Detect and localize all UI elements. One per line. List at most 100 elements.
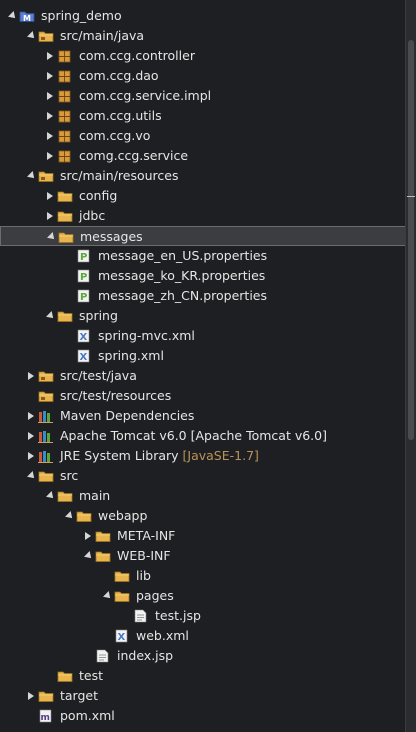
expand-toggle-icon[interactable] <box>44 50 56 62</box>
expand-toggle-icon[interactable] <box>25 450 37 462</box>
tree-row[interactable]: com.ccg.controller <box>0 46 406 66</box>
jsp-file-icon <box>133 609 149 623</box>
tree-row[interactable]: main <box>0 486 406 506</box>
collapse-toggle-icon[interactable] <box>44 490 56 502</box>
collapse-toggle-icon[interactable] <box>63 510 75 522</box>
tree-item-name: src/test/resources <box>60 388 172 403</box>
scrollbar-thumb[interactable] <box>408 40 414 440</box>
tree-row[interactable]: comg.ccg.service <box>0 146 406 166</box>
expand-toggle-icon[interactable] <box>82 530 94 542</box>
tree-row[interactable]: config <box>0 186 406 206</box>
svg-text:P: P <box>80 292 87 303</box>
expand-toggle-icon[interactable] <box>44 210 56 222</box>
tree-item-label: messages <box>80 229 143 245</box>
folder-icon <box>76 509 92 523</box>
expand-toggle-icon[interactable] <box>44 150 56 162</box>
expand-toggle-icon[interactable] <box>44 70 56 82</box>
library-icon <box>38 449 54 463</box>
tree-row[interactable]: Apache Tomcat v6.0 [Apache Tomcat v6.0] <box>0 426 406 446</box>
folder-icon <box>114 589 130 603</box>
tree-item-label: test <box>79 668 103 684</box>
tree-row[interactable]: pages <box>0 586 406 606</box>
scrollbar-marker <box>407 196 415 197</box>
tree-row[interactable]: jdbc <box>0 206 406 226</box>
tree-row[interactable]: test.jsp <box>0 606 406 626</box>
expand-toggle-icon[interactable] <box>25 430 37 442</box>
expand-toggle-icon[interactable] <box>44 130 56 142</box>
tree-item-label: message_en_US.properties <box>98 248 267 264</box>
tree-item-name: message_zh_CN.properties <box>98 288 268 303</box>
tree-row[interactable]: lib <box>0 566 406 586</box>
tree-row[interactable]: src/test/java <box>0 366 406 386</box>
jsp-file-icon <box>95 649 111 663</box>
tree-row[interactable]: Xspring.xml <box>0 346 406 366</box>
expand-toggle-icon[interactable] <box>25 690 37 702</box>
source-folder-icon <box>38 389 54 403</box>
tree-row[interactable]: JRE System Library [JavaSE-1.7] <box>0 446 406 466</box>
svg-text:X: X <box>80 332 88 343</box>
expand-toggle-icon[interactable] <box>25 410 37 422</box>
collapse-toggle-icon[interactable] <box>101 590 113 602</box>
pom-file-icon: m <box>38 709 54 723</box>
tree-row[interactable]: Mspring_demo <box>0 6 406 26</box>
tree-row[interactable]: messages <box>0 226 406 246</box>
tree-row[interactable]: target <box>0 686 406 706</box>
tree-row[interactable]: com.ccg.service.impl <box>0 86 406 106</box>
tree-item-label: pages <box>136 588 174 604</box>
tree-row[interactable]: Maven Dependencies <box>0 406 406 426</box>
tree-row[interactable]: m pom.xml <box>0 706 406 726</box>
collapse-toggle-icon[interactable] <box>25 170 37 182</box>
folder-icon <box>58 230 74 244</box>
tree-row[interactable]: com.ccg.utils <box>0 106 406 126</box>
tree-item-name: src/main/java <box>60 28 145 43</box>
tree-item-name: Maven Dependencies <box>60 408 195 423</box>
tree-row[interactable]: Pmessage_zh_CN.properties <box>0 286 406 306</box>
tree-item-name: target <box>60 688 99 703</box>
tree-row[interactable]: META-INF <box>0 526 406 546</box>
package-icon <box>57 69 73 83</box>
tree-item-name: Apache Tomcat v6.0 [Apache Tomcat v6.0] <box>60 428 327 443</box>
tree-row[interactable]: src/main/java <box>0 26 406 46</box>
tree-item-label: spring <box>79 308 118 324</box>
tree-row[interactable]: src/main/resources <box>0 166 406 186</box>
tree-row[interactable]: WEB-INF <box>0 546 406 566</box>
tree-item-label: com.ccg.service.impl <box>79 88 211 104</box>
tree-item-label: spring.xml <box>98 348 164 364</box>
collapse-toggle-icon[interactable] <box>25 470 37 482</box>
tree-item-label: Maven Dependencies <box>60 408 194 424</box>
tree-item-name: config <box>79 188 118 203</box>
tree-row[interactable]: test <box>0 666 406 686</box>
vertical-scrollbar[interactable] <box>405 0 416 732</box>
tree-row[interactable]: com.ccg.dao <box>0 66 406 86</box>
tree-item-name: comg.ccg.service <box>79 148 189 163</box>
expand-toggle-icon[interactable] <box>44 90 56 102</box>
expand-toggle-icon[interactable] <box>25 370 37 382</box>
expand-toggle-icon[interactable] <box>44 190 56 202</box>
collapse-toggle-icon[interactable] <box>6 10 18 22</box>
svg-text:P: P <box>80 272 87 283</box>
tree-row[interactable]: spring <box>0 306 406 326</box>
project-explorer-tree[interactable]: Mspring_demo src/main/java com.ccg.control… <box>0 0 406 732</box>
tree-row[interactable]: webapp <box>0 506 406 526</box>
tree-item-name: com.ccg.vo <box>79 128 151 143</box>
tree-row[interactable]: Pmessage_en_US.properties <box>0 246 406 266</box>
tree-row[interactable]: Xspring-mvc.xml <box>0 326 406 346</box>
tree-row[interactable]: index.jsp <box>0 646 406 666</box>
collapse-toggle-icon[interactable] <box>82 550 94 562</box>
expand-toggle-icon[interactable] <box>44 110 56 122</box>
folder-icon <box>114 569 130 583</box>
tree-row[interactable]: Pmessage_ko_KR.properties <box>0 266 406 286</box>
tree-item-name: src/test/java <box>60 368 137 383</box>
tree-item-name: com.ccg.controller <box>79 48 195 63</box>
tree-item-name: spring <box>79 308 118 323</box>
collapse-toggle-icon[interactable] <box>25 30 37 42</box>
collapse-toggle-icon[interactable] <box>44 310 56 322</box>
tree-row[interactable]: Xweb.xml <box>0 626 406 646</box>
source-folder-icon <box>38 169 54 183</box>
collapse-toggle-icon[interactable] <box>45 231 57 243</box>
tree-row[interactable]: src/test/resources <box>0 386 406 406</box>
tree-item-name: web.xml <box>136 628 189 643</box>
tree-item-name: com.ccg.dao <box>79 68 159 83</box>
tree-row[interactable]: com.ccg.vo <box>0 126 406 146</box>
tree-row[interactable]: src <box>0 466 406 486</box>
